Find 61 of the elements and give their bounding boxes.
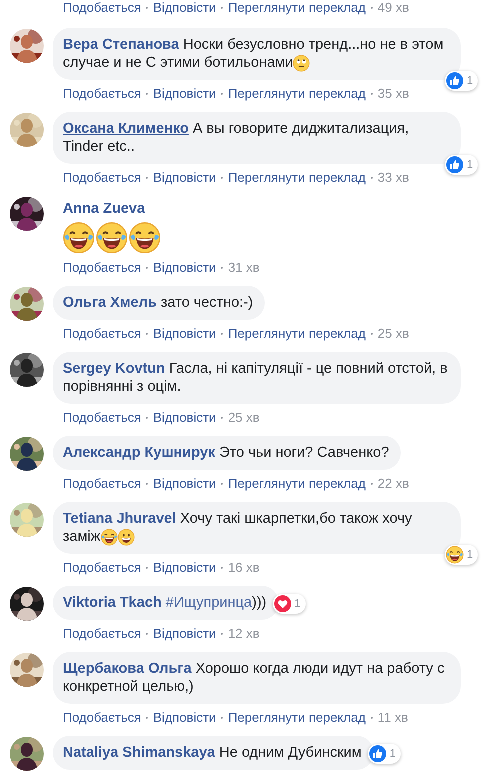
translate-link[interactable]: Переглянути переклад xyxy=(228,476,366,492)
like-link[interactable]: Подобається xyxy=(63,410,142,426)
reply-link[interactable]: Відповісти xyxy=(153,476,216,492)
comment-bubble: Viktoria Tkach #Ищупринца))) xyxy=(53,586,279,620)
reply-link[interactable]: Відповісти xyxy=(153,410,216,426)
eye-roll-face-icon xyxy=(293,54,310,72)
like-link[interactable]: Подобається xyxy=(63,260,142,276)
like-link[interactable]: Подобається xyxy=(63,626,142,642)
translate-link[interactable]: Переглянути переклад xyxy=(228,170,366,186)
like-link[interactable]: Подобається xyxy=(63,326,142,342)
thumbs-up-icon xyxy=(446,72,464,90)
reply-link[interactable]: Відповісти xyxy=(153,260,216,276)
author-name-link[interactable]: Nataliya Shimanskaya xyxy=(63,745,216,761)
laughing-face-icon xyxy=(129,222,161,254)
laughing-face-icon xyxy=(63,222,95,254)
translate-link[interactable]: Переглянути переклад xyxy=(228,0,366,16)
translate-link[interactable]: Переглянути переклад xyxy=(228,86,366,102)
comment-bubble: Щербакова Ольга Хорошо когда люди идут на работу с конкретной целью,) xyxy=(53,652,461,704)
like-link[interactable]: Подобається xyxy=(63,560,142,576)
reply-link[interactable]: Відповісти xyxy=(153,86,216,102)
reaction-count: 1 xyxy=(467,159,474,171)
laughing-face-icon xyxy=(446,546,464,564)
author-name-link[interactable]: Viktoria Tkach xyxy=(63,595,162,611)
grinning-face-icon xyxy=(118,528,135,546)
author-name-link[interactable]: Sergey Kovtun xyxy=(63,361,166,377)
comment-bubble: Tetiana Jhuravel Хочу такі шкарпетки,бо також хочу заміж xyxy=(53,502,461,554)
like-link[interactable]: Подобається xyxy=(63,710,142,726)
reaction-count: 1 xyxy=(467,549,474,561)
translate-link[interactable]: Переглянути переклад xyxy=(228,710,366,726)
reply-link[interactable]: Відповісти xyxy=(153,0,216,16)
reaction-count: 1 xyxy=(390,748,396,760)
like-link[interactable]: Подобається xyxy=(63,0,142,16)
like-link[interactable]: Подобається xyxy=(63,476,142,492)
translate-link[interactable]: Переглянути переклад xyxy=(228,326,366,342)
reply-link[interactable]: Відповісти xyxy=(153,326,216,342)
comment-bubble: Sergey Kovtun Гасла, ні капітуляції - це повний отстой, в порівнянні з оцім. xyxy=(53,352,461,404)
author-name-link[interactable]: Вера Степанова xyxy=(63,37,180,53)
like-link[interactable]: Подобається xyxy=(63,86,142,102)
reply-link[interactable]: Відповісти xyxy=(153,560,216,576)
author-name-link[interactable]: Александр Кушнирук xyxy=(63,445,216,461)
author-name-link[interactable]: Щербакова Ольга xyxy=(63,661,192,677)
author-name-link[interactable]: Ольга Хмель xyxy=(63,295,157,311)
like-link[interactable]: Подобається xyxy=(63,170,142,186)
reply-link[interactable]: Відповісти xyxy=(153,170,216,186)
laughing-face-icon xyxy=(100,528,118,546)
comment-bubble: Nataliya Shimanskaya Не одним Дубинским xyxy=(53,736,374,770)
hashtag-link[interactable]: #Ищупринца xyxy=(166,595,252,611)
comment-bubble: Ольга Хмель зато честно:-) xyxy=(53,286,266,320)
author-name-link[interactable]: Anna Zueva xyxy=(63,201,146,217)
reply-link[interactable]: Відповісти xyxy=(153,626,216,642)
reply-link[interactable]: Відповісти xyxy=(153,710,216,726)
laughing-face-icon xyxy=(96,222,128,254)
author-name-link[interactable]: Оксана Клименко xyxy=(63,121,189,137)
comment-bubble: Оксана Клименко А вы говорите диджитализация, Tinder etc.. xyxy=(53,112,461,164)
comment-bubble: Вера Степанова Носки безусловно тренд...но не в этом случае и не С этими ботильонами xyxy=(53,28,461,80)
author-name-link[interactable]: Tetiana Jhuravel xyxy=(63,511,176,527)
thumbs-up-icon xyxy=(368,745,387,763)
reaction-count: 1 xyxy=(467,75,474,87)
reaction-count: 1 xyxy=(294,598,301,610)
thumbs-up-icon xyxy=(446,156,464,174)
comment-bubble: Александр Кушнирук Это чьи ноги? Савченко? xyxy=(53,436,402,470)
